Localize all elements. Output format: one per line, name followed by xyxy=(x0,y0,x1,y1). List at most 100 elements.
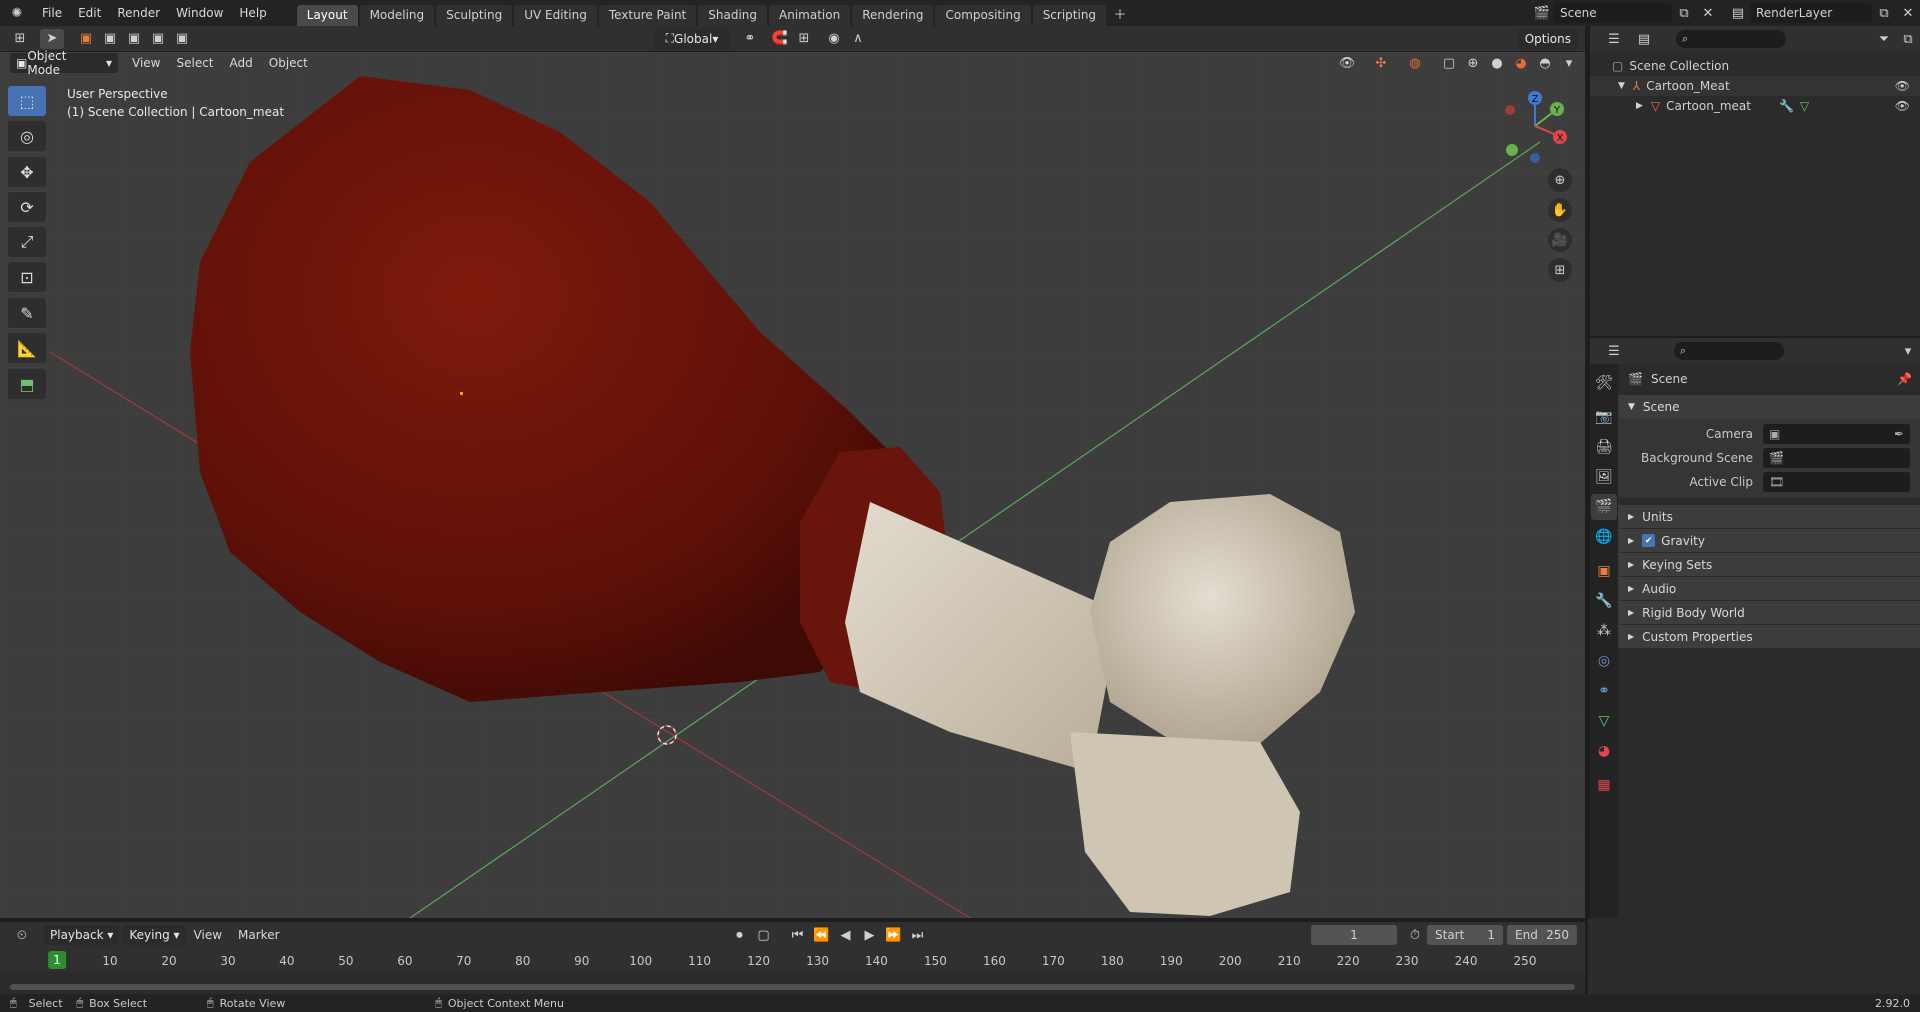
jump-end-icon[interactable]: ⏭ xyxy=(906,925,930,945)
properties-options-icon[interactable]: ▾ xyxy=(1896,341,1920,361)
texture-tab-icon[interactable]: ▦ xyxy=(1591,772,1617,798)
new-scene-icon[interactable]: ⧉ xyxy=(1672,3,1696,23)
play-reverse-icon[interactable]: ◀ xyxy=(834,925,858,945)
overlay-toggle-icon[interactable]: ◍ xyxy=(1403,53,1427,73)
rotate-tool-icon[interactable]: ⟳ xyxy=(8,192,46,222)
pivot-icon[interactable]: ⚭ xyxy=(738,29,762,49)
editor-type-icon[interactable]: ⊞ xyxy=(8,29,32,49)
world-tab-icon[interactable]: 🌐 xyxy=(1591,524,1617,550)
3d-viewport[interactable]: User Perspective (1) Scene Collection | … xyxy=(0,52,1585,918)
menu-select[interactable]: Select xyxy=(168,52,221,74)
navigation-gizmo[interactable]: Z Y X xyxy=(1500,86,1570,166)
camera-field[interactable]: ▣ ✒ xyxy=(1763,424,1910,444)
prev-keyframe-icon[interactable]: ⏪ xyxy=(810,925,834,945)
add-workspace-icon[interactable]: ＋ xyxy=(1108,3,1132,23)
menu-view[interactable]: View xyxy=(124,52,168,74)
blender-logo-icon[interactable]: ✺ xyxy=(0,3,34,23)
start-frame-field[interactable]: Start 1 xyxy=(1427,925,1503,945)
record-icon[interactable]: ⏺ xyxy=(728,925,752,945)
play-icon[interactable]: ▶ xyxy=(858,925,882,945)
scene-selector-icon[interactable]: 🎬 xyxy=(1530,3,1554,23)
move-tool-icon[interactable]: ✥ xyxy=(8,157,46,187)
menu-file[interactable]: File xyxy=(34,2,70,24)
menu-edit[interactable]: Edit xyxy=(70,2,109,24)
mode-new-icon[interactable]: ▣ xyxy=(74,29,98,49)
next-keyframe-icon[interactable]: ⏩ xyxy=(882,925,906,945)
transform-orientation-dropdown[interactable]: ⛶ Global ▾ xyxy=(654,28,730,49)
new-layer-icon[interactable]: ⧉ xyxy=(1872,3,1896,23)
object-visibility-icon[interactable]: 👁 xyxy=(1895,99,1910,113)
panel-rigid-body-world[interactable]: ▶ Rigid Body World xyxy=(1618,600,1920,624)
current-frame-field[interactable]: 1 xyxy=(1311,925,1397,945)
collection-visibility-icon[interactable]: 👁 xyxy=(1895,79,1910,93)
wireframe-shading-icon[interactable]: ⊕ xyxy=(1461,53,1485,73)
scale-tool-icon[interactable]: ⤢ xyxy=(8,227,46,257)
playback-dropdown[interactable]: Playback ▾ xyxy=(44,925,120,945)
view-layer-icon[interactable]: ▤ xyxy=(1726,3,1750,23)
current-frame-marker[interactable]: 1 xyxy=(48,951,66,969)
properties-editor-icon[interactable]: ☰ xyxy=(1602,341,1626,361)
collapse-arrow-icon[interactable]: ▶ xyxy=(1636,101,1643,111)
active-clip-field[interactable]: 🎞 xyxy=(1763,472,1910,492)
scene-name-field[interactable]: Scene xyxy=(1554,3,1672,23)
data-tab-icon[interactable]: ▽ xyxy=(1591,708,1617,734)
render-layer-field[interactable]: RenderLayer xyxy=(1750,3,1872,23)
snap-icon[interactable]: 🧲 xyxy=(768,29,792,49)
proportional-edit-icon[interactable]: ◉ xyxy=(822,29,846,49)
pan-hand-icon[interactable]: ✋ xyxy=(1548,198,1572,222)
filter-icon[interactable]: ⏷ xyxy=(1872,29,1896,49)
auto-key-options-icon[interactable]: ▢ xyxy=(752,925,776,945)
jump-start-icon[interactable]: ⏮ xyxy=(786,925,810,945)
outliner-row-object[interactable]: ▶ ▽ Cartoon_meat 🔧 ▽ 👁 xyxy=(1590,96,1920,116)
panel-gravity[interactable]: ▶ ✔ Gravity xyxy=(1618,528,1920,552)
solid-shading-icon[interactable]: ● xyxy=(1485,53,1509,73)
timeline-editor-icon[interactable]: ⏲ xyxy=(10,925,34,945)
gravity-checkbox[interactable]: ✔ xyxy=(1642,534,1656,547)
timeline-scrollbar[interactable] xyxy=(10,984,1575,990)
workspace-tab-compositing[interactable]: Compositing xyxy=(935,5,1031,26)
particles-tab-icon[interactable]: ⁂ xyxy=(1591,618,1617,644)
add-cube-tool-icon[interactable]: ⬒ xyxy=(8,369,46,399)
shading-options-icon[interactable]: ▾ xyxy=(1557,53,1581,73)
cursor-tool-icon[interactable]: ◎ xyxy=(8,121,46,151)
workspace-tab-scripting[interactable]: Scripting xyxy=(1032,5,1107,26)
workspace-tab-layout[interactable]: Layout xyxy=(296,5,358,26)
expand-arrow-icon[interactable]: ▼ xyxy=(1618,81,1625,91)
xray-icon[interactable]: ▢ xyxy=(1437,53,1461,73)
workspace-tab-animation[interactable]: Animation xyxy=(769,5,851,26)
measure-tool-icon[interactable]: 📐 xyxy=(8,333,46,363)
outliner-editor-icon[interactable]: ☰ xyxy=(1602,29,1626,49)
new-collection-icon[interactable]: ⧉ xyxy=(1896,29,1920,49)
eyedropper-icon[interactable]: ✒ xyxy=(1894,427,1904,441)
menu-help[interactable]: Help xyxy=(231,2,274,24)
mode-subtract-icon[interactable]: ▣ xyxy=(122,29,146,49)
pin-icon[interactable]: 📌 xyxy=(1897,372,1912,386)
mode-invert-icon[interactable]: ▣ xyxy=(146,29,170,49)
material-tab-icon[interactable]: ◕ xyxy=(1591,738,1617,764)
background-scene-field[interactable]: 🎬 xyxy=(1763,448,1910,468)
visibility-icon[interactable]: 👁 xyxy=(1335,53,1359,73)
workspace-tab-shading[interactable]: Shading xyxy=(698,5,767,26)
view-layer-tab-icon[interactable]: 🖼 xyxy=(1591,464,1617,490)
timeline-marker-menu[interactable]: Marker xyxy=(230,924,287,946)
delete-layer-icon[interactable]: ✕ xyxy=(1896,3,1920,23)
snap-target-icon[interactable]: ⊞ xyxy=(792,29,816,49)
workspace-tab-texture-paint[interactable]: Texture Paint xyxy=(598,5,697,26)
scene-panel-header[interactable]: ▼ Scene xyxy=(1618,394,1920,418)
panel-audio[interactable]: ▶ Audio xyxy=(1618,576,1920,600)
keying-dropdown[interactable]: Keying ▾ xyxy=(123,925,186,945)
panel-keying-sets[interactable]: ▶ Keying Sets xyxy=(1618,552,1920,576)
menu-render[interactable]: Render xyxy=(109,2,168,24)
modifier-tab-icon[interactable]: 🔧 xyxy=(1591,588,1617,614)
outliner-search-input[interactable]: ⌕ xyxy=(1676,30,1786,48)
options-button[interactable]: Options xyxy=(1518,28,1577,49)
menu-object[interactable]: Object xyxy=(261,52,316,74)
display-mode-icon[interactable]: ▤ xyxy=(1632,29,1656,49)
scene-tab-icon[interactable]: 🎬 xyxy=(1591,494,1617,520)
render-tab-icon[interactable]: 📷 xyxy=(1591,404,1617,430)
rendered-shading-icon[interactable]: ◓ xyxy=(1533,53,1557,73)
mode-extend-icon[interactable]: ▣ xyxy=(98,29,122,49)
menu-add[interactable]: Add xyxy=(222,52,261,74)
annotate-tool-icon[interactable]: ✎ xyxy=(8,298,46,328)
properties-search-input[interactable]: ⌕ xyxy=(1674,342,1784,360)
